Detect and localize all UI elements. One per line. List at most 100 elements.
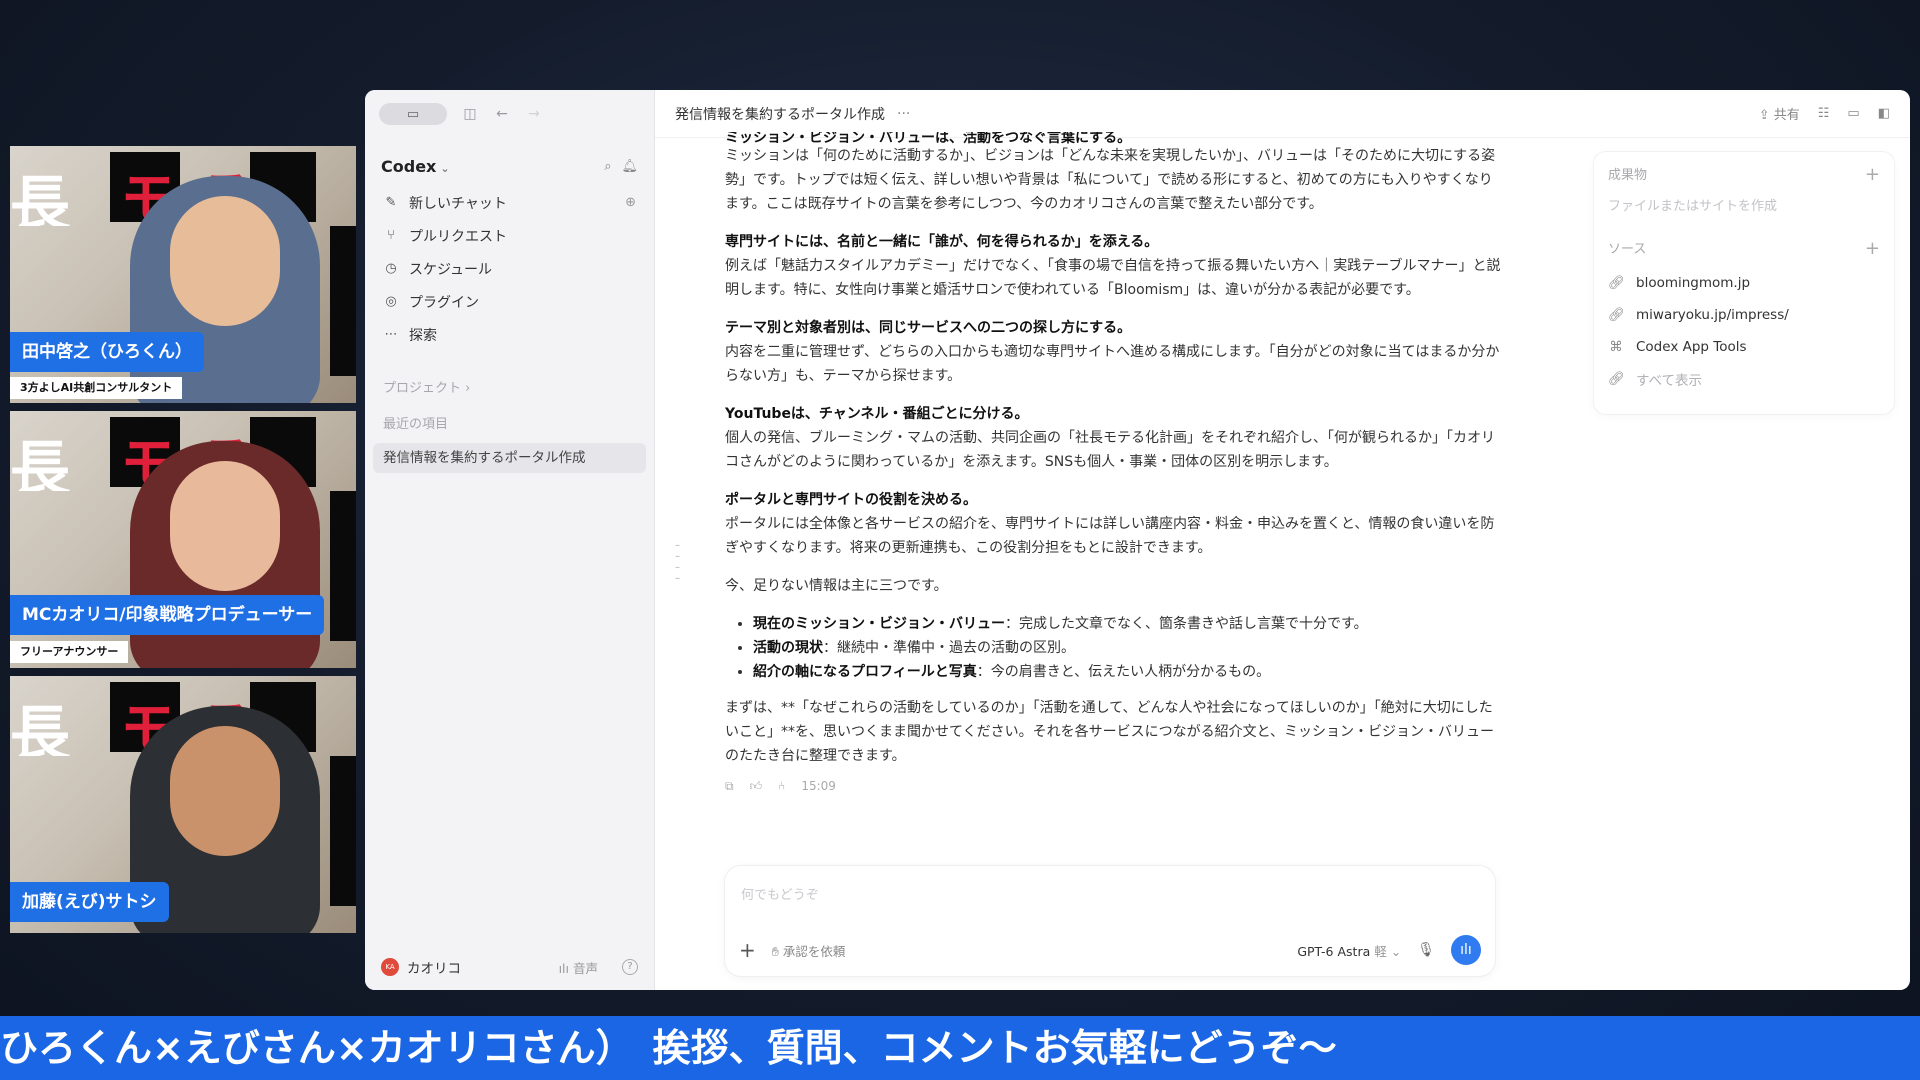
message-body: ミッションは「何のために活動するか」、ビジョンは「どんな未来を実現したいか」、バ… — [725, 148, 1496, 212]
search-icon[interactable]: ⌕ — [604, 159, 611, 174]
source-item[interactable]: 🔗︎ miwaryoku.jp/impress/ — [1594, 299, 1894, 331]
participant-face — [170, 726, 280, 856]
copy-icon[interactable]: ⧉ — [725, 774, 734, 798]
sidebar-toggle-icon[interactable]: ◫ — [461, 106, 479, 122]
voice-send-button[interactable]: ılı — [1451, 935, 1481, 965]
layout-toggle[interactable]: ▭ — [379, 103, 447, 125]
nav-label: プラグイン — [409, 294, 479, 311]
participant-tile-2[interactable]: 長 モ る MCカオリコ/印象戦略プロデューサー フリーアナウンサー — [10, 411, 356, 668]
conversation-title: 発信情報を集約するポータル作成 — [675, 106, 885, 123]
waveform-icon: ılı — [1460, 942, 1472, 958]
message-heading: ポータルと専門サイトの役割を決める。 — [725, 492, 977, 508]
waveform-icon: ılı — [558, 960, 573, 976]
composer-toolbar: + ✋︎ 承認を依頼 GPT-6 Astra 軽 ⌄ 🎙︎ ılı — [739, 935, 1481, 965]
topbar: 発信情報を集約するポータル作成 ··· ⇪ 共有 ☷ ▭ ◧ — [655, 90, 1910, 138]
message-heading: ミッション・ビジョン・バリューは、活動をつなぐ言葉にする。 — [725, 132, 1132, 144]
recent-section-label: 最近の項目 — [383, 417, 449, 432]
nav-explore[interactable]: ⋯ 探索 — [365, 318, 654, 351]
nav-new-chat[interactable]: ✎ 新しいチャット ⊕ — [365, 186, 654, 219]
artifacts-hint[interactable]: ファイルまたはサイトを作成 — [1594, 185, 1894, 224]
help-icon[interactable]: ? — [622, 959, 638, 975]
source-item[interactable]: ⌘ Codex App Tools — [1594, 331, 1894, 363]
thumbs-icon[interactable]: 👍︎ — [750, 774, 763, 798]
list-item: 現在のミッション・ビジョン・バリュー：完成した文章でなく、箇条書きや話し言葉で十… — [753, 612, 1505, 636]
nav-label: 新しいチャット — [409, 195, 507, 212]
attach-plus-icon[interactable]: + — [739, 938, 756, 962]
link-icon: 🔗︎ — [1608, 307, 1626, 323]
source-item[interactable]: 🔗︎ bloomingmom.jp — [1594, 267, 1894, 299]
plugin-icon: ◎ — [385, 294, 397, 309]
message-lead: 今、足りない情報は主に三つです。 — [725, 578, 948, 594]
brand-name: Codex — [381, 156, 437, 176]
nav-pull-requests[interactable]: ⑂ プルリクエスト — [365, 219, 654, 252]
message-closing: まずは、**「なぜこれらの活動をしているのか」「活動を通して、どんな人や社会にな… — [725, 700, 1495, 764]
composer-input[interactable]: 何でもどうぞ — [741, 884, 819, 903]
backdrop-block — [330, 756, 356, 906]
nav-schedule[interactable]: ◷ スケジュール — [365, 252, 654, 285]
more-options-icon[interactable]: ··· — [897, 106, 910, 122]
edit-icon: ✎ — [385, 195, 397, 210]
participant-tile-3[interactable]: 長 モ る 加藤(えび)サトシ — [10, 676, 356, 933]
participant-tile-1[interactable]: 長 モ る 田中啓之（ひろくん） 3方よしAI共創コンサルタント — [10, 146, 356, 403]
bell-icon[interactable]: 🔔︎ — [621, 159, 638, 174]
message-heading: 専門サイトには、名前と一緒に「誰が、何を得られるか」を添える。 — [725, 234, 1159, 250]
show-all-sources[interactable]: 🔗︎ すべて表示 — [1594, 363, 1894, 395]
microphone-icon[interactable]: 🎙︎ — [1417, 942, 1435, 958]
chevron-down-icon: ⌄ — [440, 161, 450, 175]
command-icon: ⌘ — [1609, 339, 1623, 355]
sidebar-nav: ✎ 新しいチャット ⊕ ⑂ プルリクエスト ◷ スケジュール ◎ プラグイン ⋯… — [365, 186, 654, 351]
backdrop-block — [330, 491, 356, 641]
sidebar-footer: KA カオリコ ılı 音声 ? — [365, 944, 654, 990]
message-body: ポータルには全体像と各サービスの紹介を、専門サイトには詳しい講座内容・料金・申込… — [725, 516, 1495, 556]
recent-item[interactable]: 発信情報を集約するポータル作成 — [373, 443, 646, 473]
avatar[interactable]: KA — [381, 958, 399, 976]
participant-name: 田中啓之（ひろくん） — [10, 332, 204, 372]
fork-icon[interactable]: ⑃ — [778, 774, 785, 798]
message-heading: YouTubeは、チャンネル・番組ごとに分ける。 — [725, 406, 1029, 422]
message-body: 内容を二重に管理せず、どちらの入口からも適切な専門サイトへ進める構成にします。「… — [725, 344, 1500, 384]
ellipsis-icon: ⋯ — [384, 327, 398, 342]
approval-button[interactable]: ✋︎ 承認を依頼 — [772, 941, 846, 960]
projects-section[interactable]: プロジェクト › — [365, 371, 654, 407]
bottom-ticker: ひろくん×えびさん×カオリコさん） 挨拶、質問、コメントお気軽にどうぞ〜 — [0, 1016, 1920, 1080]
share-button[interactable]: ⇪ 共有 — [1759, 104, 1800, 123]
message-composer[interactable]: 何でもどうぞ + ✋︎ 承認を依頼 GPT-6 Astra 軽 ⌄ 🎙︎ ılı — [725, 866, 1495, 976]
context-panel: 成果物 + ファイルまたはサイトを作成 ソース + 🔗︎ bloomingmom… — [1594, 152, 1894, 414]
user-name[interactable]: カオリコ — [407, 957, 461, 977]
list-view-icon[interactable]: ☷ — [1818, 106, 1830, 121]
artifacts-label: 成果物 — [1608, 168, 1648, 183]
codex-app-window: ▭ ◫ ← → Codex ⌄ ⌕ 🔔︎ ✎ 新しいチャット ⊕ ⑂ プルリクエス… — [365, 90, 1910, 990]
chat-transcript: ミッション・ビジョン・バリューは、活動をつなぐ言葉にする。 ミッションは「何のた… — [725, 132, 1505, 798]
plus-circle-icon[interactable]: ⊕ — [625, 195, 636, 210]
sidebar: ▭ ◫ ← → Codex ⌄ ⌕ 🔔︎ ✎ 新しいチャット ⊕ ⑂ プルリクエス… — [365, 90, 655, 990]
back-arrow-icon[interactable]: ← — [493, 106, 511, 122]
message-actions: ⧉ 👍︎ ⑃ 15:09 — [725, 774, 1505, 798]
message-body: 個人の発信、ブルーミング・マムの活動、共同企画の「社長モテる化計画」をそれぞれ紹… — [725, 430, 1495, 470]
participant-name: MCカオリコ/印象戦略プロデューサー — [10, 595, 325, 635]
chevron-down-icon: ⌄ — [1390, 943, 1402, 959]
share-icon: ⇪ — [1758, 108, 1774, 123]
participant-subtitle: 3方よしAI共創コンサルタント — [10, 377, 183, 399]
nav-label: スケジュール — [409, 261, 493, 278]
workspace-switcher[interactable]: Codex ⌄ ⌕ 🔔︎ — [365, 146, 654, 186]
message-body: 例えば「魅話力スタイルアカデミー」だけでなく、「食事の場で自信を持って振る舞いた… — [725, 258, 1501, 298]
nav-label: 探索 — [409, 327, 437, 344]
scroll-indicator[interactable]: – – – – — [675, 540, 683, 584]
projects-label: プロジェクト — [383, 381, 462, 396]
nav-label: プルリクエスト — [409, 228, 507, 245]
participant-name: 加藤(えび)サトシ — [10, 882, 169, 922]
nav-plugins[interactable]: ◎ プラグイン — [365, 285, 654, 318]
add-source-icon[interactable]: + — [1865, 238, 1880, 259]
backdrop-block — [330, 226, 356, 376]
model-selector[interactable]: GPT-6 Astra 軽 ⌄ — [1297, 941, 1401, 960]
clock-icon: ◷ — [385, 261, 397, 276]
participant-subtitle: フリーアナウンサー — [10, 641, 129, 663]
pull-request-icon: ⑂ — [387, 228, 395, 243]
panel-bottom-icon[interactable]: ▭ — [1847, 106, 1859, 121]
link-icon: 🔗︎ — [1608, 275, 1626, 291]
layout-icon: ▭ — [406, 106, 420, 122]
voice-button[interactable]: ılı 音声 — [559, 958, 598, 977]
forward-arrow-icon[interactable]: → — [525, 106, 543, 122]
add-artifact-icon[interactable]: + — [1865, 164, 1880, 185]
panel-right-icon[interactable]: ◧ — [1878, 106, 1890, 121]
